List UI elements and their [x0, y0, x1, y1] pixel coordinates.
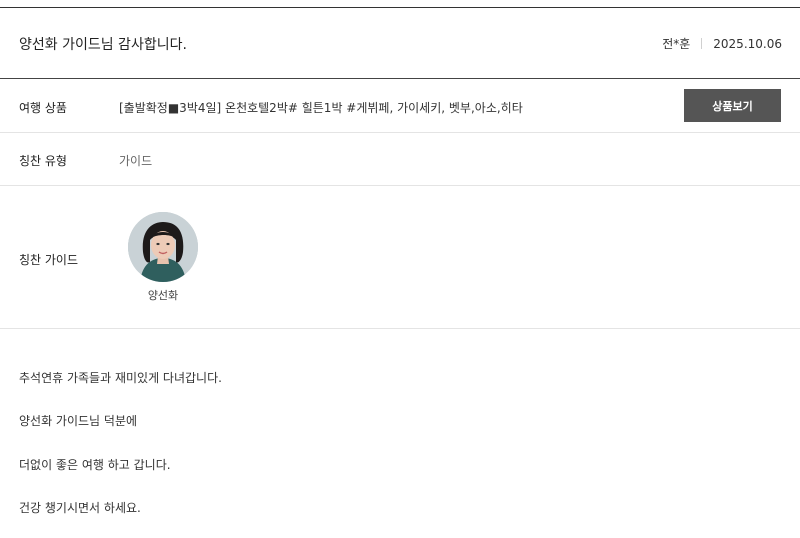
meta-divider [701, 38, 703, 49]
review-text-line: 양선화 가이드님 덕분에 [19, 414, 138, 428]
guide-card[interactable]: 양선화 [128, 212, 198, 303]
review-title: 양선화 가이드님 감사합니다. [19, 37, 187, 53]
header-rule [0, 78, 800, 79]
review-text-line: 건강 챙기시면서 하세요. [19, 501, 141, 515]
row-divider [0, 328, 800, 329]
product-value[interactable]: [출발확정■3박4일] 온천호텔2박# 힐튼1박 #게뷔페, 가이세키, 벳부,… [119, 99, 523, 116]
review-author: 전*훈 [662, 37, 691, 51]
product-label: 여행 상품 [19, 101, 67, 115]
row-divider [0, 132, 800, 133]
guide-name: 양선화 [147, 289, 179, 302]
review-meta: 전*훈 2025.10.06 [662, 35, 782, 52]
review-text-line: 더없이 좋은 여행 하고 갑니다. [19, 458, 171, 472]
row-divider [0, 185, 800, 186]
type-value: 가이드 [119, 154, 153, 168]
review-header: 양선화 가이드님 감사합니다. 전*훈 2025.10.06 [0, 8, 800, 78]
review-date: 2025.10.06 [713, 36, 782, 51]
view-product-button[interactable]: 상품보기 [684, 89, 781, 122]
guide-label: 칭찬 가이드 [19, 253, 79, 267]
guide-avatar [128, 212, 198, 282]
type-label: 칭찬 유형 [19, 154, 67, 168]
guide-photo-icon [128, 212, 198, 282]
review-text-line: 추석연휴 가족들과 재미있게 다녀갑니다. [19, 371, 222, 385]
review-detail: 양선화 가이드님 감사합니다. 전*훈 2025.10.06 여행 상품 [출발… [0, 0, 800, 538]
